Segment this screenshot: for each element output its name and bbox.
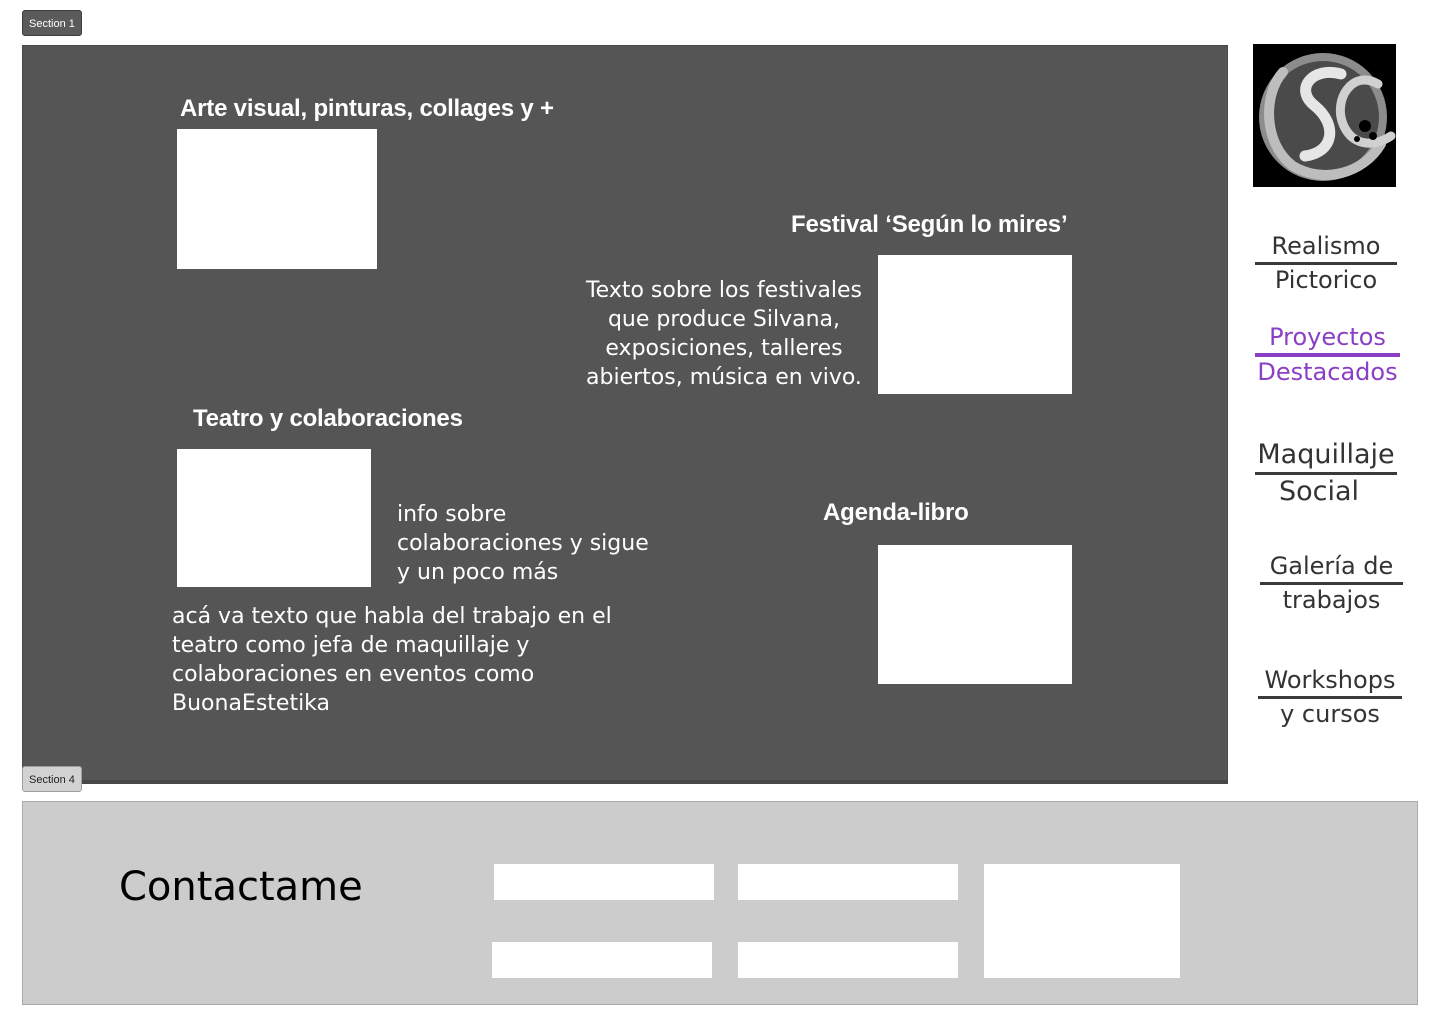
text-line: BuonaEstetika: [172, 691, 331, 716]
nav-label-line2: y cursos: [1280, 700, 1380, 728]
contact-field-1[interactable]: [494, 864, 714, 900]
section-1-label[interactable]: Section 1: [22, 10, 82, 36]
nav-label-line1: Maquillaje: [1255, 438, 1397, 475]
contact-title: Contactame: [119, 864, 363, 910]
text-line: info sobre: [397, 502, 507, 527]
nav-workshops-cursos[interactable]: Workshops y cursos: [1258, 665, 1402, 730]
nav-label-line2: Destacados: [1257, 358, 1398, 386]
nav-realismo-pictorico[interactable]: Realismo Pictorico: [1255, 231, 1397, 296]
text-line: y un poco más: [397, 560, 559, 585]
nav-label-line1: Workshops: [1258, 665, 1402, 699]
text-line: colaboraciones y sigue: [397, 531, 649, 556]
text-line: teatro como jefa de maquillaje y: [172, 633, 530, 658]
nav-label-line2: Pictorico: [1274, 266, 1378, 294]
arte-visual-heading: Arte visual, pinturas, collages y +: [180, 95, 554, 122]
festival-heading: Festival ‘Según lo mires’: [791, 211, 1068, 238]
text-line: exposiciones, talleres: [605, 336, 843, 361]
nav-maquillaje-social[interactable]: Maquillaje Social: [1255, 438, 1397, 509]
nav-galeria-trabajos[interactable]: Galería de trabajos: [1260, 551, 1403, 616]
festival-description: Texto sobre los festivales que produce S…: [563, 276, 885, 392]
nav-label-line1: Proyectos: [1255, 322, 1400, 357]
text-line: abiertos, música en vivo.: [586, 365, 862, 390]
teatro-side-text: info sobre colaboraciones y sigue y un p…: [397, 500, 677, 587]
nav-label-line1: Galería de: [1260, 551, 1403, 585]
featured-projects-panel: Arte visual, pinturas, collages y + Fest…: [22, 45, 1228, 784]
nav-label-line2: trabajos: [1282, 586, 1381, 614]
teatro-description: acá va texto que habla del trabajo en el…: [172, 602, 652, 718]
teatro-image[interactable]: [177, 449, 371, 587]
contact-field-2[interactable]: [738, 864, 958, 900]
sc-logo-icon[interactable]: [1253, 44, 1396, 187]
nav-label-line1: Realismo: [1255, 231, 1397, 265]
text-line: acá va texto que habla del trabajo en el: [172, 604, 612, 629]
agenda-heading: Agenda-libro: [823, 499, 969, 526]
nav-label-line2: Social: [1278, 476, 1360, 507]
contact-field-4[interactable]: [738, 942, 958, 978]
teatro-heading: Teatro y colaboraciones: [193, 405, 463, 432]
agenda-image[interactable]: [878, 545, 1072, 684]
arte-visual-image[interactable]: [177, 129, 377, 269]
text-line: colaboraciones en eventos como: [172, 662, 535, 687]
text-line: Texto sobre los festivales: [585, 278, 863, 303]
nav-proyectos-destacados[interactable]: Proyectos Destacados: [1255, 322, 1400, 388]
section-4-label[interactable]: Section 4: [22, 766, 82, 792]
text-line: que produce Silvana,: [607, 307, 841, 332]
contact-message-field[interactable]: [984, 864, 1180, 978]
contact-section: Contactame: [22, 801, 1418, 1005]
contact-field-3[interactable]: [492, 942, 712, 978]
festival-image[interactable]: [878, 255, 1072, 394]
